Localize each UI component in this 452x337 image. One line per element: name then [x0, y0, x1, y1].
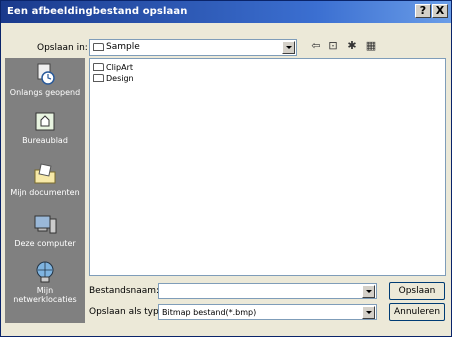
my-computer-icon: [32, 213, 58, 237]
filename-input[interactable]: [158, 283, 377, 299]
save-in-label: Opslaan in:: [37, 43, 88, 53]
place-network[interactable]: Mijn netwerklocaties: [5, 260, 85, 304]
place-desktop[interactable]: Bureaublad: [5, 110, 85, 145]
folder-icon: [93, 74, 104, 82]
place-recent[interactable]: Onlangs geopend: [5, 62, 85, 97]
list-item[interactable]: ClipArt: [93, 63, 133, 73]
my-documents-icon: [32, 162, 58, 186]
place-label: Bureaublad: [22, 136, 68, 145]
recent-documents-icon: [32, 62, 58, 86]
filetype-select[interactable]: Bitmap bestand(*.bmp): [158, 304, 377, 320]
save-in-value: Sample: [106, 42, 140, 52]
desktop-icon: [32, 110, 58, 134]
file-list[interactable]: ClipArt Design: [89, 58, 446, 276]
save-in-combo[interactable]: Sample: [89, 39, 297, 56]
places-bar: Onlangs geopend Bureaublad Mijn document…: [5, 58, 85, 323]
chevron-down-icon[interactable]: [362, 285, 375, 298]
dialog-title: Een afbeeldingbestand opslaan: [7, 6, 188, 17]
filetype-label: Opslaan als type:: [89, 307, 168, 317]
save-button[interactable]: Opslaan: [389, 282, 445, 300]
place-label: Onlangs geopend: [9, 88, 81, 97]
save-image-dialog: Een afbeeldingbestand opslaan ? X Opslaa…: [0, 0, 452, 337]
title-bar[interactable]: Een afbeeldingbestand opslaan ? X: [1, 1, 451, 23]
filetype-value: Bitmap bestand(*.bmp): [162, 308, 257, 317]
close-button[interactable]: X: [432, 4, 448, 18]
network-places-icon: [32, 260, 58, 284]
chevron-down-icon[interactable]: [282, 41, 295, 54]
view-menu-icon[interactable]: ▦: [364, 40, 378, 52]
folder-icon: [93, 43, 106, 53]
place-label: Mijn netwerklocaties: [13, 286, 77, 304]
list-item[interactable]: Design: [93, 74, 134, 84]
place-label: Deze computer: [14, 239, 76, 248]
folder-icon: [93, 63, 104, 71]
chevron-down-icon[interactable]: [362, 306, 375, 319]
filename-label: Bestandsnaam:: [89, 286, 160, 296]
back-arrow-icon[interactable]: ⇦: [309, 40, 323, 52]
file-name: Design: [106, 74, 134, 83]
new-folder-icon[interactable]: ✱: [345, 40, 359, 52]
place-label: Mijn documenten: [10, 188, 80, 197]
place-my-documents[interactable]: Mijn documenten: [5, 162, 85, 197]
up-folder-icon[interactable]: ⊡: [326, 40, 340, 52]
place-my-computer[interactable]: Deze computer: [5, 213, 85, 248]
file-name: ClipArt: [106, 63, 134, 72]
help-button[interactable]: ?: [415, 4, 431, 18]
cancel-button[interactable]: Annuleren: [389, 303, 445, 321]
